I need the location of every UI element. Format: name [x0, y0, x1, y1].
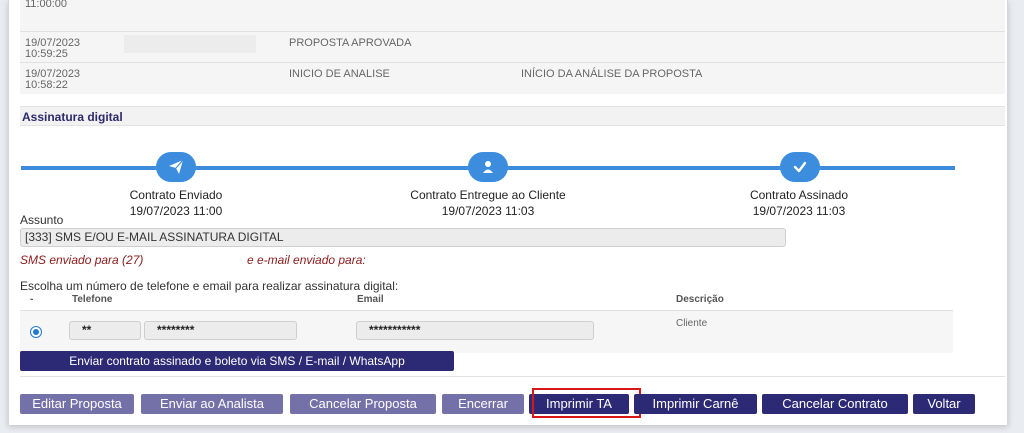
history-status: PROPOSTA APROVADA — [289, 37, 412, 49]
email-sent-notice: e e-mail enviado para: — [247, 253, 366, 267]
history-partial-time: 11:00:00 — [25, 0, 68, 10]
col-description-header: Descrição — [676, 294, 724, 305]
send-signed-contract-button[interactable]: Enviar contrato assinado e boleto via SM… — [20, 351, 454, 371]
history-table: 11:00:00 19/07/2023 10:59:25 PROPOSTA AP… — [20, 0, 1005, 94]
table-row: 19/07/2023 10:58:22 INICIO DE ANALISE IN… — [20, 62, 1005, 95]
highlight-box — [532, 388, 641, 418]
col-select-header: - — [30, 294, 34, 305]
phone-field[interactable]: ******** — [144, 321, 297, 340]
back-button[interactable]: Voltar — [913, 394, 975, 414]
edit-proposal-button[interactable]: Editar Proposta — [20, 394, 134, 414]
contact-radio[interactable] — [30, 326, 42, 338]
history-blank-cell — [124, 35, 256, 53]
step-label-sent: Contrato Enviado — [129, 188, 223, 202]
sms-sent-notice: SMS enviado para (27) — [20, 253, 144, 267]
section-title-signature: Assinatura digital — [20, 106, 1005, 126]
contact-prompt: Escolha um número de telefone e email pa… — [20, 279, 399, 293]
step-sent — [156, 152, 196, 182]
history-status: INICIO DE ANALISE — [289, 68, 390, 80]
cancel-proposal-button[interactable]: Cancelar Proposta — [290, 394, 436, 414]
subject-field: [333] SMS E/OU E-MAIL ASSINATURA DIGITAL — [20, 228, 786, 247]
subject-label: Assunto — [20, 213, 64, 227]
step-date-delivered: 19/07/2023 11:03 — [441, 204, 535, 218]
step-date-signed: 19/07/2023 11:03 — [752, 204, 846, 218]
send-to-analyst-button[interactable]: Enviar ao Analista — [141, 394, 283, 414]
step-delivered — [468, 152, 508, 182]
close-button[interactable]: Encerrar — [442, 394, 524, 414]
step-label-delivered: Contrato Entregue ao Cliente — [410, 188, 566, 202]
divider — [20, 376, 1005, 377]
checkmark-icon — [793, 161, 807, 173]
step-label-signed: Contrato Assinado — [749, 188, 849, 202]
col-phone-header: Telefone — [72, 294, 113, 305]
paper-plane-icon — [169, 159, 184, 174]
table-row: 19/07/2023 10:59:25 PROPOSTA APROVADA — [20, 31, 1005, 63]
step-signed — [780, 152, 820, 182]
history-time: 10:59:25 — [25, 48, 68, 60]
cancel-contract-button[interactable]: Cancelar Contrato — [762, 394, 908, 414]
col-email-header: Email — [357, 294, 384, 305]
history-description: INÍCIO DA ANÁLISE DA PROPOSTA — [521, 68, 703, 80]
user-icon — [483, 161, 493, 173]
email-field[interactable]: *********** — [356, 321, 594, 340]
contact-description: Cliente — [676, 318, 708, 329]
history-time: 10:58:22 — [25, 79, 68, 91]
ddd-field[interactable]: ** — [69, 321, 141, 340]
step-date-sent: 19/07/2023 11:00 — [129, 204, 223, 218]
print-booklet-button[interactable]: Imprimir Carnê — [634, 394, 757, 414]
page-panel: 11:00:00 19/07/2023 10:59:25 PROPOSTA AP… — [8, 0, 1008, 425]
